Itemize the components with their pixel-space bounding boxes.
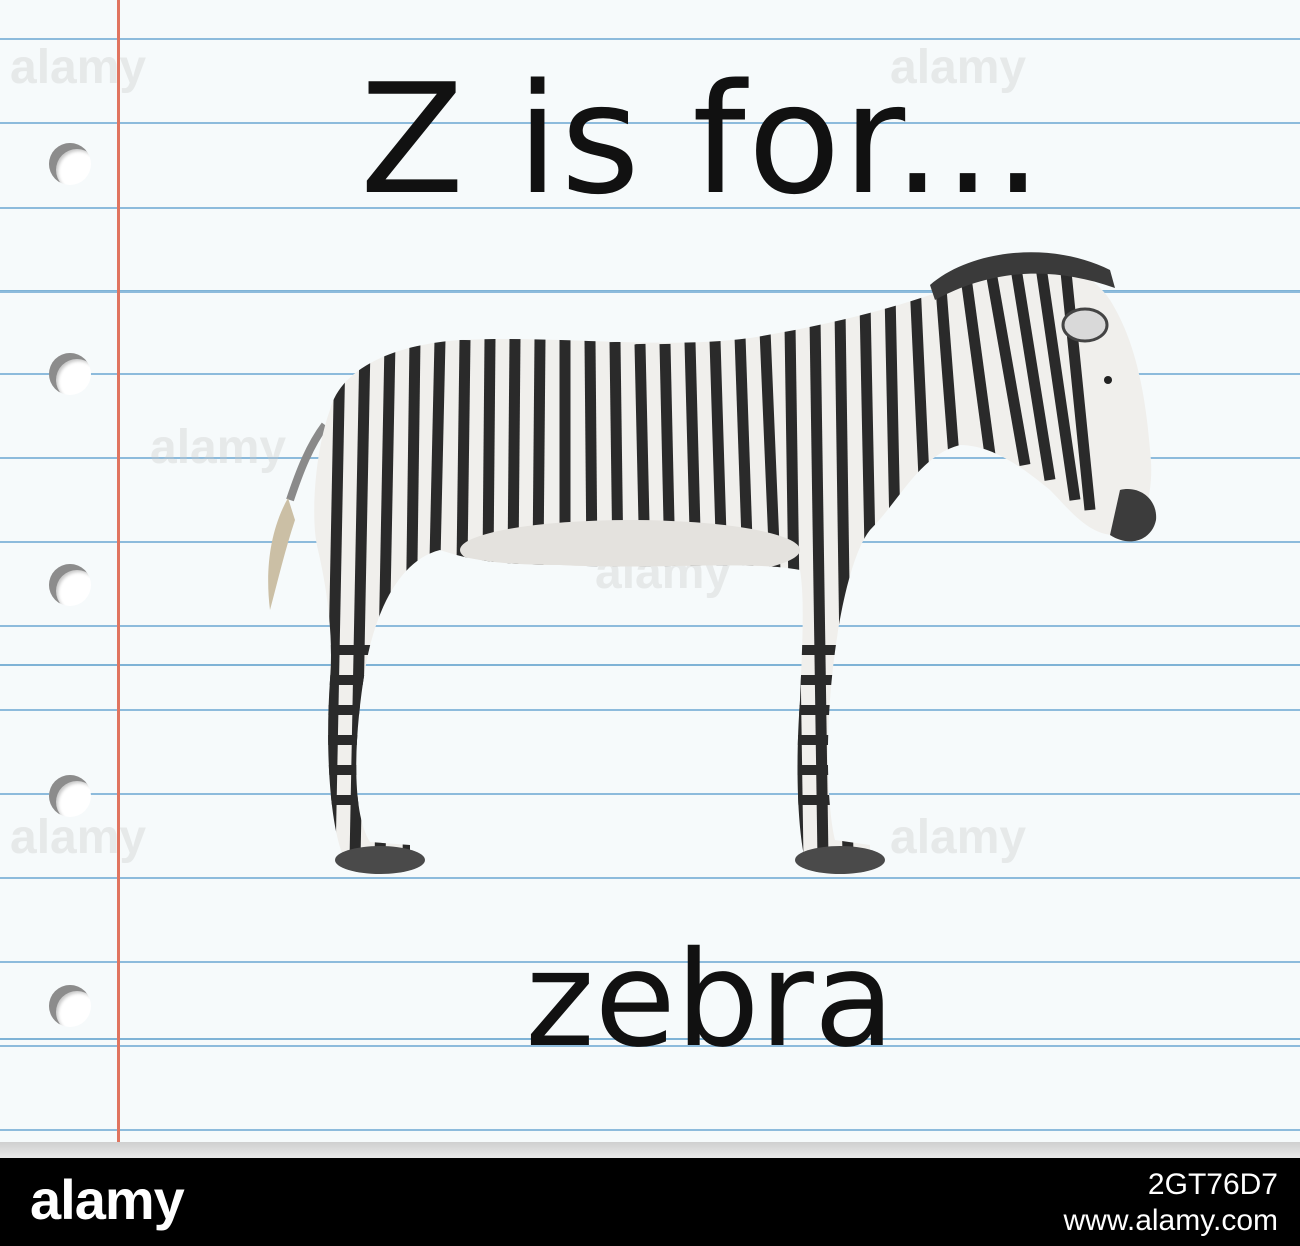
watermark-url: www.alamy.com [1063,1204,1278,1237]
binder-hole [49,985,91,1027]
binder-hole [49,775,91,817]
lined-paper-card: alamy alamy alamy alamy alamy alamy Z is… [0,0,1300,1142]
card-shadow [0,1142,1300,1158]
margin-line [117,0,120,1142]
watermark-image-id: 2GT76D7 [1147,1168,1278,1201]
binder-hole [49,143,91,185]
binder-hole [49,564,91,606]
flashcard-word: zebra [525,923,895,1077]
watermark-logo: alamy [30,1168,185,1231]
binder-hole [49,353,91,395]
rule-line [0,1129,1300,1131]
flashcard-heading: Z is for... [360,51,1045,228]
rule-line [0,38,1300,40]
zebra-illustration [268,252,1157,874]
